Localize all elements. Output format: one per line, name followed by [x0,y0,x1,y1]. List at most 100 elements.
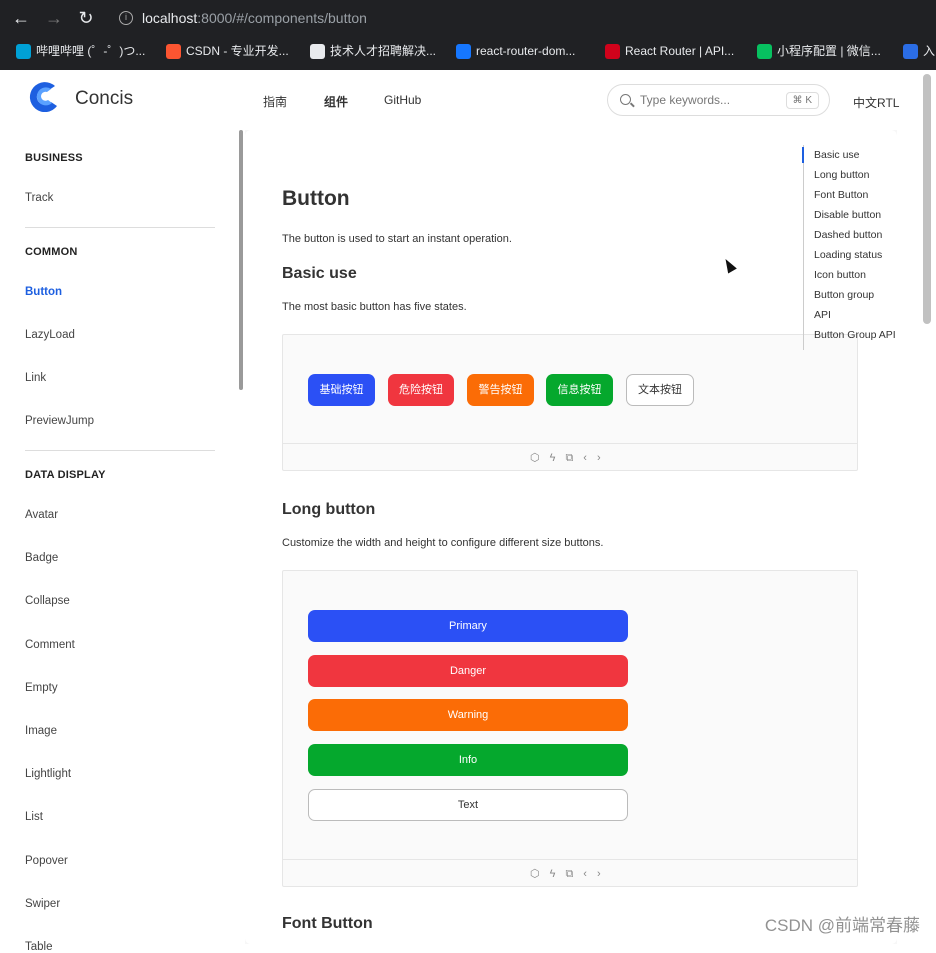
sidebar-item-popover[interactable]: Popover [25,855,68,867]
basic-button[interactable]: 基础按钮 [308,374,375,406]
page-scrollbar[interactable] [920,70,936,944]
page-title: Button [282,187,350,211]
sidebar-scrollbar[interactable] [239,130,243,390]
sidebar-item-badge[interactable]: Badge [25,552,58,564]
basic-button[interactable]: 文本按钮 [626,374,694,406]
basic-demo: ⬡ϟ⧉‹› 基础按钮危险按钮警告按钮信息按钮文本按钮 [282,334,858,471]
toc-item[interactable]: Icon button [814,269,866,281]
long-button[interactable]: Warning [308,699,628,731]
demo-tools: ⬡ϟ⧉‹› [530,867,611,881]
concis-logo[interactable] [25,80,63,112]
sidebar-item-avatar[interactable]: Avatar [25,509,58,521]
site-header: Concis 指南 组件 GitHub Type keywords... ⌘ K… [0,70,920,130]
code-icon[interactable]: ‹› [583,452,610,464]
sidebar-divider [25,450,215,451]
search-icon [620,94,631,105]
long-demo: ⬡ϟ⧉‹› Primary Danger Warning Info Text [282,570,858,887]
long-button[interactable]: Text [308,789,628,821]
url-host: localhost [142,10,197,26]
browser-chrome: ← → ↻ i localhost:8000/#/components/butt… [0,0,936,70]
toc-item[interactable]: Disable button [814,209,881,221]
bookmark-item[interactable]: 小程序配置 | 微信... [757,42,881,60]
bookmark-item[interactable]: 入 [903,42,935,60]
basic-button[interactable]: 危险按钮 [388,374,454,406]
address-bar[interactable]: i localhost:8000/#/components/button [110,5,936,32]
lang-toggle[interactable]: 中文RTL [853,94,899,111]
bookmark-label: 哔哩哔哩 (゜-゜)つ... [36,44,145,58]
sidebar-item-lightlight[interactable]: Lightlight [25,768,71,780]
stackblitz-icon[interactable]: ϟ [550,868,566,880]
bookmarks-bar: 哔哩哔哩 (゜-゜)つ... CSDN - 专业开发... 技术人才招聘解决... r… [0,36,936,66]
bookmark-label: CSDN - 专业开发... [186,44,289,58]
toc-item[interactable]: Dashed button [814,229,882,241]
long-button[interactable]: Danger [308,655,628,687]
watermark: CSDN @前端常春藤 [765,911,920,936]
back-icon[interactable]: ← [11,8,31,28]
sidebar-item-list[interactable]: List [25,811,43,823]
toc-item[interactable]: Button group [814,289,874,301]
open-external-icon[interactable]: ⧉ [565,452,583,464]
sidebar-item-button[interactable]: Button [25,286,62,298]
toc-item[interactable]: Font Button [814,189,868,201]
nav-guide[interactable]: 指南 [263,93,287,110]
forward-icon[interactable]: → [44,8,64,28]
reload-icon[interactable]: ↻ [76,8,96,28]
sidebar-item-table[interactable]: Table [25,941,53,953]
codesandbox-icon[interactable]: ⬡ [530,868,550,880]
bookmark-label: 入 [923,44,935,58]
sidebar-item-collapse[interactable]: Collapse [25,595,70,607]
site-info-icon[interactable]: i [119,11,133,25]
basic-use-title: Basic use [282,265,357,283]
sidebar-item-link[interactable]: Link [25,372,46,384]
basic-button[interactable]: 信息按钮 [546,374,613,406]
nav-components[interactable]: 组件 [324,93,348,110]
nav-github[interactable]: GitHub [384,93,421,107]
bookmark-item[interactable]: 哔哩哔哩 (゜-゜)つ... [16,42,145,60]
sidebar-item-lazyload[interactable]: LazyLoad [25,329,75,341]
toc-item[interactable]: Loading status [814,249,882,261]
bookmark-favicon-icon [903,44,918,59]
page-intro: The button is used to start an instant o… [282,233,512,245]
basic-use-desc: The most basic button has five states. [282,301,467,313]
bookmark-label: 技术人才招聘解决... [330,44,436,58]
sidebar-item-empty[interactable]: Empty [25,682,58,694]
brand-name[interactable]: Concis [75,88,133,110]
page-scrollbar-thumb[interactable] [923,74,931,324]
sidebar-section-title: BUSINESS [25,152,83,164]
demo-toolbar: ⬡ϟ⧉‹› [283,859,857,886]
bookmark-favicon-icon [16,44,31,59]
long-button[interactable]: Primary [308,610,628,642]
basic-button[interactable]: 警告按钮 [467,374,534,406]
search-shortcut: ⌘ K [786,92,819,109]
browser-toolbar: ← → ↻ i localhost:8000/#/components/butt… [0,0,936,36]
bookmark-label: 小程序配置 | 微信... [777,44,881,58]
sidebar-item-track[interactable]: Track [25,192,53,204]
bookmark-item[interactable]: react-router-dom... [456,42,575,60]
codesandbox-icon[interactable]: ⬡ [530,452,550,464]
bookmark-favicon-icon [605,44,620,59]
bookmark-favicon-icon [310,44,325,59]
bookmark-label: react-router-dom... [476,44,575,58]
bookmark-item[interactable]: CSDN - 专业开发... [166,42,289,60]
open-external-icon[interactable]: ⧉ [565,868,583,880]
toc-item[interactable]: Basic use [814,149,860,161]
bookmark-favicon-icon [757,44,772,59]
stackblitz-icon[interactable]: ϟ [550,452,566,464]
sidebar-section-title: COMMON [25,246,78,258]
long-button-desc: Customize the width and height to config… [282,537,603,549]
sidebar-item-swiper[interactable]: Swiper [25,898,60,910]
toc-item[interactable]: Long button [814,169,869,181]
url-path: :8000/#/components/button [197,10,367,26]
sidebar-item-comment[interactable]: Comment [25,639,75,651]
code-icon[interactable]: ‹› [583,868,610,880]
bookmark-item[interactable]: 技术人才招聘解决... [310,42,436,60]
font-button-title: Font Button [282,915,373,933]
search-input[interactable]: Type keywords... ⌘ K [607,84,830,116]
bookmark-item[interactable]: React Router | API... [605,42,734,60]
toc-active-marker [802,147,804,163]
toc-item[interactable]: API [814,309,831,321]
sidebar-item-image[interactable]: Image [25,725,57,737]
sidebar-item-previewjump[interactable]: PreviewJump [25,415,94,427]
toc-item[interactable]: Button Group API [814,329,896,341]
long-button[interactable]: Info [308,744,628,776]
